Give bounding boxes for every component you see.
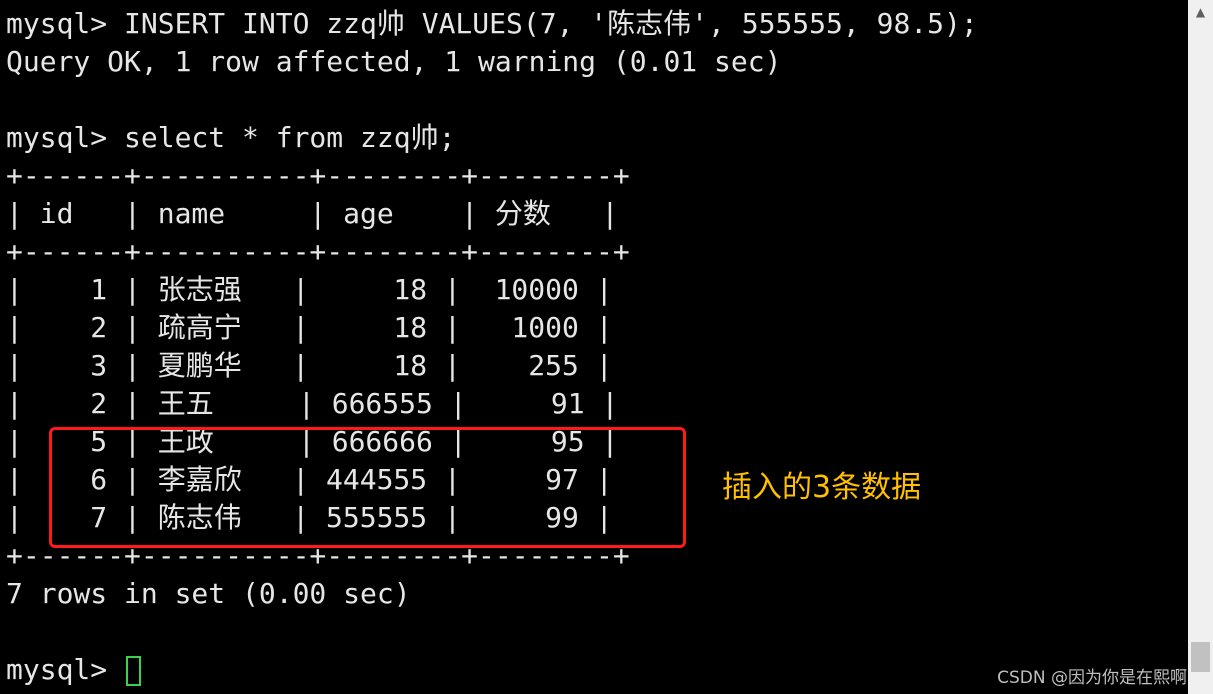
table-row: | 3 | 夏鹏华 | 18 | 255 | xyxy=(6,349,613,382)
terminal-line-query-ok: Query OK, 1 row affected, 1 warning (0.0… xyxy=(6,45,782,78)
table-row: | 2 | 王五 | 666555 | 91 | xyxy=(6,387,619,420)
terminal-window[interactable]: mysql> INSERT INTO zzq帅 VALUES(7, '陈志伟',… xyxy=(0,0,1188,694)
table-border-top: +------+----------+--------+--------+ xyxy=(6,159,630,192)
terminal-line-insert-command: mysql> INSERT INTO zzq帅 VALUES(7, '陈志伟',… xyxy=(6,7,978,40)
inserted-rows-highlight-box xyxy=(49,427,686,548)
vertical-scrollbar[interactable]: ▲ xyxy=(1188,0,1213,694)
terminal-line-row-count: 7 rows in set (0.00 sec) xyxy=(6,577,411,610)
terminal-line-select-command: mysql> select * from zzq帅; xyxy=(6,121,456,154)
terminal-prompt-line[interactable]: mysql> xyxy=(6,651,142,689)
table-row: | 1 | 张志强 | 18 | 10000 | xyxy=(6,273,613,306)
scrollbar-thumb[interactable] xyxy=(1191,642,1210,672)
triangle-up-icon[interactable]: ▲ xyxy=(1188,0,1213,25)
mysql-prompt: mysql> xyxy=(6,653,125,686)
table-header-row: | id | name | age | 分数 | xyxy=(6,197,619,230)
table-border-header: +------+----------+--------+--------+ xyxy=(6,235,630,268)
csdn-watermark: CSDN @因为你是在熙啊 xyxy=(997,668,1187,688)
table-row: | 2 | 疏高宁 | 18 | 1000 | xyxy=(6,311,613,344)
inserted-rows-annotation: 插入的3条数据 xyxy=(722,470,922,505)
text-cursor xyxy=(126,656,142,686)
